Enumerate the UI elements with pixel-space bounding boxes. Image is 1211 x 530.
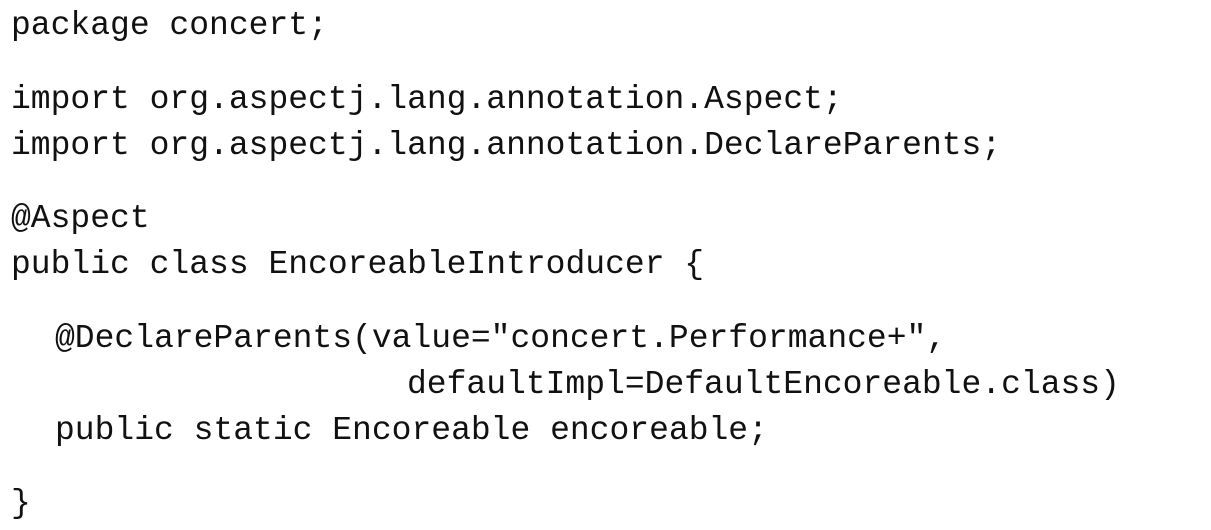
code-listing: package concert; import org.aspectj.lang… [0, 0, 1211, 530]
code-line-closing-brace: } [11, 485, 31, 522]
code-line-default-impl: defaultImpl=DefaultEncoreable.class) [407, 366, 1120, 403]
code-line-package: package concert; [11, 7, 328, 44]
code-line-import-aspect: import org.aspectj.lang.annotation.Aspec… [11, 81, 843, 118]
code-line-import-declareparents: import org.aspectj.lang.annotation.Decla… [11, 127, 1002, 164]
code-line-declareparents-annotation: @DeclareParents(value="concert.Performan… [55, 320, 947, 357]
code-line-field-declaration: public static Encoreable encoreable; [55, 412, 768, 449]
code-line-class-declaration: public class EncoreableIntroducer { [11, 246, 705, 283]
code-line-aspect-annotation: @Aspect [11, 200, 150, 237]
